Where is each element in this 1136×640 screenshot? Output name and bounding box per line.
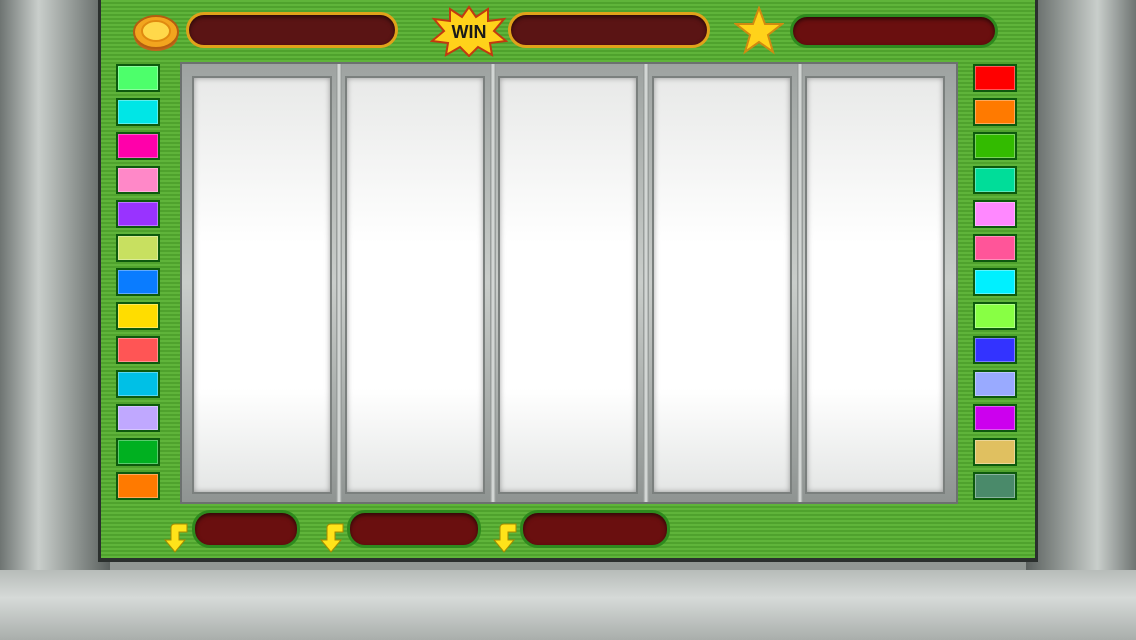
bet-display[interactable] xyxy=(347,510,481,548)
payline-left-1[interactable] xyxy=(116,64,160,92)
payline-left-8[interactable] xyxy=(116,302,160,330)
reel-window xyxy=(180,62,958,504)
bet-arrow-icon[interactable] xyxy=(163,520,193,554)
paylines-right xyxy=(973,64,1019,506)
payline-right-13[interactable] xyxy=(973,472,1017,500)
payline-left-13[interactable] xyxy=(116,472,160,500)
payline-right-5[interactable] xyxy=(973,200,1017,228)
payline-right-8[interactable] xyxy=(973,302,1017,330)
cabinet-base xyxy=(0,570,1136,640)
payline-left-5[interactable] xyxy=(116,200,160,228)
total-bet-display[interactable] xyxy=(520,510,670,548)
reel-3[interactable] xyxy=(498,76,638,494)
win-label: WIN xyxy=(452,22,487,42)
payline-right-12[interactable] xyxy=(973,438,1017,466)
cabinet-left-pillar xyxy=(0,0,110,640)
bet-arrow-icon[interactable] xyxy=(492,520,522,554)
payline-right-4[interactable] xyxy=(973,166,1017,194)
lines-display[interactable] xyxy=(192,510,300,548)
payline-right-2[interactable] xyxy=(973,98,1017,126)
payline-left-12[interactable] xyxy=(116,438,160,466)
reel-1[interactable] xyxy=(192,76,332,494)
reel-4[interactable] xyxy=(652,76,792,494)
payline-left-2[interactable] xyxy=(116,98,160,126)
bonus-display xyxy=(790,14,998,48)
reel-separator xyxy=(336,64,342,502)
payline-right-7[interactable] xyxy=(973,268,1017,296)
bet-arrow-icon[interactable] xyxy=(319,520,349,554)
payline-left-10[interactable] xyxy=(116,370,160,398)
reel-separator xyxy=(490,64,496,502)
payline-right-3[interactable] xyxy=(973,132,1017,160)
payline-left-7[interactable] xyxy=(116,268,160,296)
reel-separator xyxy=(643,64,649,502)
win-burst-icon: WIN xyxy=(430,5,508,57)
payline-left-9[interactable] xyxy=(116,336,160,364)
reel-separator xyxy=(797,64,803,502)
star-icon xyxy=(734,6,784,55)
payline-right-10[interactable] xyxy=(973,370,1017,398)
reel-5[interactable] xyxy=(805,76,945,494)
payline-left-6[interactable] xyxy=(116,234,160,262)
payline-left-11[interactable] xyxy=(116,404,160,432)
payline-left-3[interactable] xyxy=(116,132,160,160)
paylines-left xyxy=(116,64,162,506)
credits-display xyxy=(186,12,398,48)
payline-right-11[interactable] xyxy=(973,404,1017,432)
win-display xyxy=(508,12,710,48)
payline-right-9[interactable] xyxy=(973,336,1017,364)
payline-right-1[interactable] xyxy=(973,64,1017,92)
coin-icon xyxy=(133,15,179,51)
payline-right-6[interactable] xyxy=(973,234,1017,262)
payline-left-4[interactable] xyxy=(116,166,160,194)
cabinet-right-pillar xyxy=(1026,0,1136,640)
reel-2[interactable] xyxy=(345,76,485,494)
